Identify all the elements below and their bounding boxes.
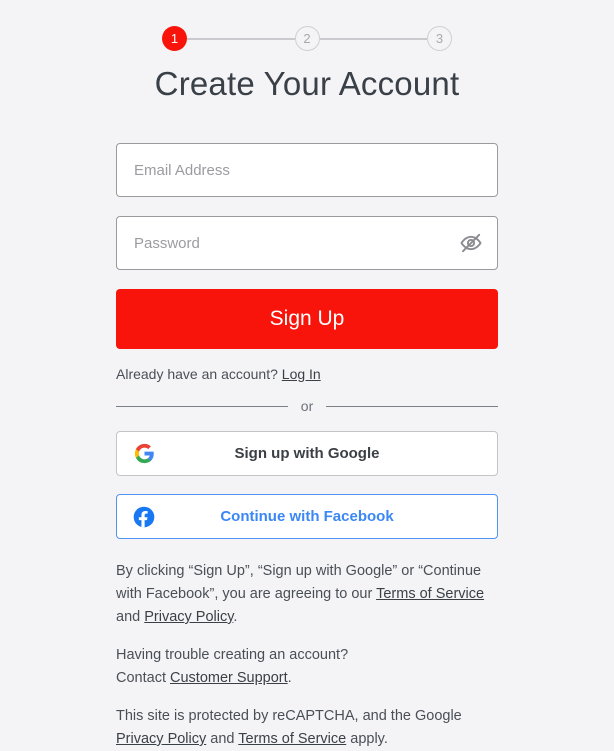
divider-rule-left bbox=[116, 405, 288, 407]
terms-paragraph-part3: . bbox=[233, 609, 238, 625]
signup-form: Sign Up bbox=[116, 143, 498, 349]
stepper-step-3[interactable]: 3 bbox=[427, 26, 452, 51]
recaptcha-paragraph: This site is protected by reCAPTCHA, and… bbox=[116, 705, 498, 751]
stepper-step-1[interactable]: 1 bbox=[162, 26, 187, 51]
stepper-step-2-label: 2 bbox=[303, 31, 311, 46]
password-field[interactable] bbox=[116, 216, 498, 270]
terms-paragraph-part2: and bbox=[116, 609, 145, 625]
stepper-connector-2 bbox=[319, 37, 427, 40]
facebook-icon bbox=[133, 506, 155, 528]
support-paragraph: Having trouble creating an account? Cont… bbox=[116, 644, 498, 690]
signup-page: 1 2 3 Create Your Account Email Address … bbox=[0, 0, 614, 747]
progress-stepper: 1 2 3 bbox=[162, 26, 452, 51]
support-contact-suffix: . bbox=[287, 670, 292, 686]
google-terms-of-service-link[interactable]: Terms of Service bbox=[238, 731, 346, 747]
sign-up-with-google-button[interactable]: Sign up with Google bbox=[116, 431, 498, 476]
login-prompt: Already have an account? Log In bbox=[116, 366, 498, 382]
email-field[interactable] bbox=[116, 143, 498, 197]
recaptcha-part2: and bbox=[206, 731, 239, 747]
facebook-button-label: Continue with Facebook bbox=[220, 508, 394, 525]
support-contact-prefix: Contact bbox=[116, 670, 170, 686]
continue-with-facebook-button[interactable]: Continue with Facebook bbox=[116, 494, 498, 539]
page-title: Create Your Account bbox=[154, 65, 460, 102]
login-prompt-text: Already have an account? bbox=[116, 366, 278, 382]
log-in-link[interactable]: Log In bbox=[282, 366, 321, 382]
customer-support-link[interactable]: Customer Support bbox=[170, 670, 288, 686]
google-icon bbox=[133, 443, 155, 465]
stepper-step-3-label: 3 bbox=[435, 31, 444, 46]
terms-paragraph: By clicking “Sign Up”, “Sign up with Goo… bbox=[116, 560, 498, 629]
stepper-step-2[interactable]: 2 bbox=[294, 26, 320, 51]
eye-off-icon[interactable] bbox=[458, 230, 484, 256]
legal-text: By clicking “Sign Up”, “Sign up with Goo… bbox=[116, 560, 498, 751]
terms-of-service-link[interactable]: Terms of Service bbox=[376, 586, 484, 602]
recaptcha-part1: This site is protected by reCAPTCHA, and… bbox=[116, 708, 462, 724]
recaptcha-part3: apply. bbox=[346, 731, 388, 747]
stepper-step-1-label: 1 bbox=[170, 31, 179, 46]
divider-label: or bbox=[300, 398, 314, 414]
stepper-connector-1 bbox=[187, 37, 295, 40]
divider-rule-right bbox=[326, 405, 499, 407]
google-button-label: Sign up with Google bbox=[234, 445, 380, 462]
google-privacy-policy-link[interactable]: Privacy Policy bbox=[116, 731, 206, 747]
email-input[interactable] bbox=[117, 144, 497, 196]
support-question: Having trouble creating an account? bbox=[116, 647, 349, 663]
sign-up-button[interactable]: Sign Up bbox=[116, 289, 498, 349]
or-divider: or bbox=[116, 398, 499, 414]
privacy-policy-link[interactable]: Privacy Policy bbox=[144, 609, 233, 625]
password-input[interactable] bbox=[117, 217, 497, 269]
signup-container: 1 2 3 Create Your Account Email Address … bbox=[116, 0, 499, 751]
